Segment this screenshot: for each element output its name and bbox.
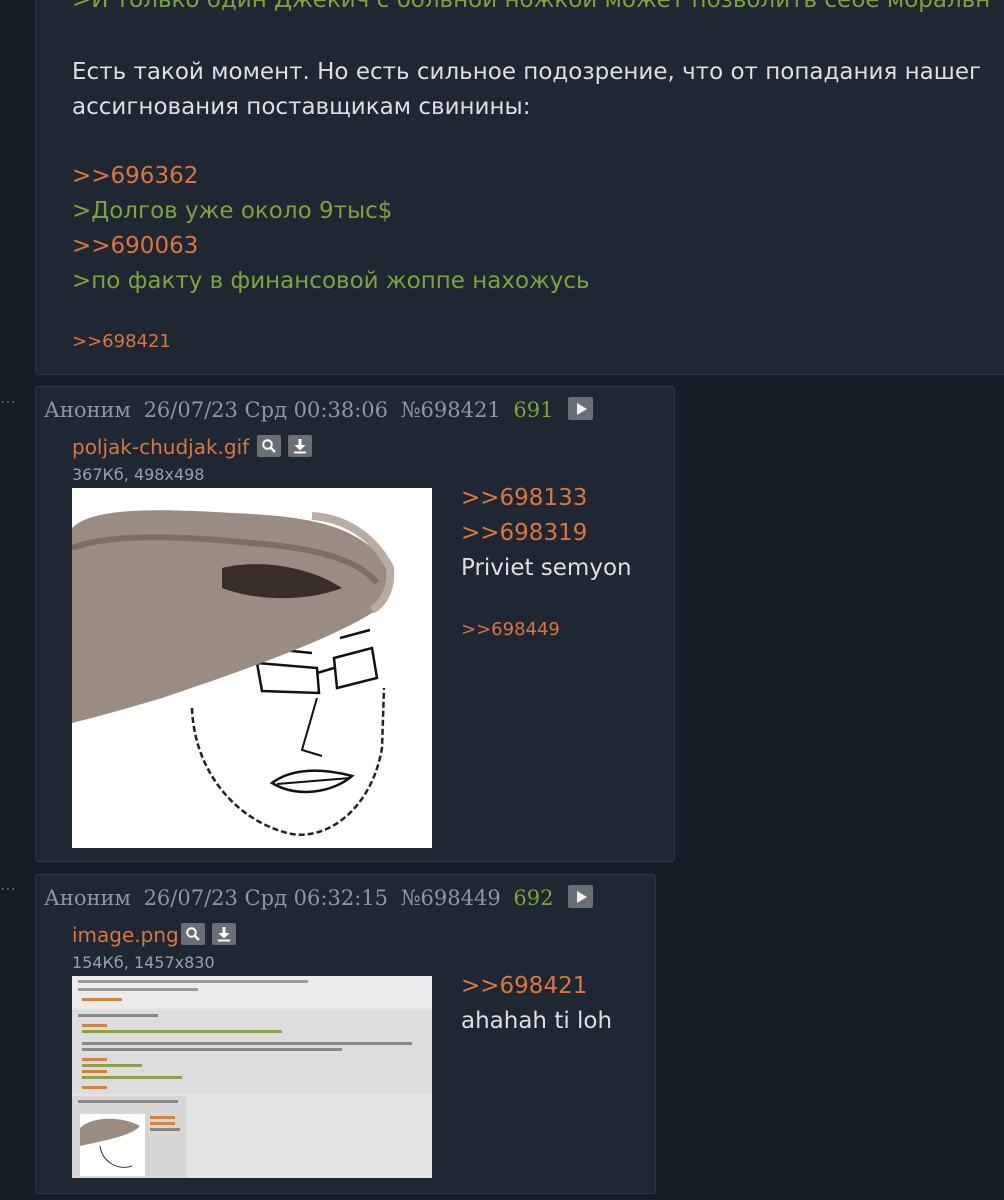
post-count: 691	[513, 398, 554, 422]
post-count: 692	[513, 886, 554, 910]
backlink-reply[interactable]: >>698421	[72, 331, 171, 352]
post-menu-ellipsis-icon[interactable]: ⋯	[0, 881, 17, 897]
play-icon[interactable]	[568, 885, 594, 908]
post-header: Аноним 26/07/23 Срд 06:32:15 №698449 692	[44, 885, 599, 910]
greentext-line: >по факту в финансовой жоппе нахожусь	[72, 268, 590, 294]
reply-reflink[interactable]: >>698421	[461, 973, 587, 999]
post-author: Аноним	[44, 398, 131, 422]
attachment-thumbnail[interactable]	[72, 976, 432, 1178]
search-icon[interactable]	[181, 923, 205, 945]
post-author: Аноним	[44, 886, 131, 910]
post-text-line: ассигнования поставщикам свинины:	[72, 94, 531, 120]
reply-reflink[interactable]: >>696362	[72, 163, 198, 189]
play-icon[interactable]	[568, 397, 594, 420]
post-text-line: Priviet semyon	[461, 555, 632, 581]
post-698421: Аноним 26/07/23 Срд 00:38:06 №698421 691…	[35, 386, 675, 862]
post-number-link[interactable]: №698449	[401, 886, 501, 910]
post-text-line: Есть такой момент. Но есть сильное подоз…	[72, 59, 982, 85]
reply-reflink[interactable]: >>698133	[461, 485, 587, 511]
download-icon[interactable]	[212, 923, 236, 945]
greentext-line: >И только один Джекич с больной ножкой м…	[72, 0, 991, 13]
search-icon[interactable]	[257, 435, 281, 457]
reply-reflink[interactable]: >>690063	[72, 233, 198, 259]
download-icon[interactable]	[288, 435, 312, 457]
post-698449: Аноним 26/07/23 Срд 06:32:15 №698449 692…	[35, 874, 656, 1194]
post-header: Аноним 26/07/23 Срд 00:38:06 №698421 691	[44, 397, 599, 422]
backlink-reply[interactable]: >>698449	[461, 619, 560, 640]
reply-reflink[interactable]: >>698319	[461, 520, 587, 546]
post-previous: >И только один Джекич с больной ножкой м…	[35, 0, 1004, 375]
file-meta: 367Кб, 498x498	[72, 465, 205, 484]
post-date: 26/07/23 Срд 00:38:06	[143, 398, 388, 422]
post-number-link[interactable]: №698421	[401, 398, 501, 422]
post-date: 26/07/23 Срд 06:32:15	[143, 886, 388, 910]
attachment-thumbnail[interactable]	[72, 488, 432, 848]
post-text-line: ahahah ti loh	[461, 1008, 613, 1034]
post-menu-ellipsis-icon[interactable]: ⋯	[0, 394, 17, 410]
greentext-line: >Долгов уже около 9тыс$	[72, 198, 393, 224]
file-name-link[interactable]: poljak-chudjak.gif	[72, 435, 249, 459]
file-name-link[interactable]: image.png	[72, 923, 179, 947]
file-meta: 154Кб, 1457x830	[72, 953, 215, 972]
